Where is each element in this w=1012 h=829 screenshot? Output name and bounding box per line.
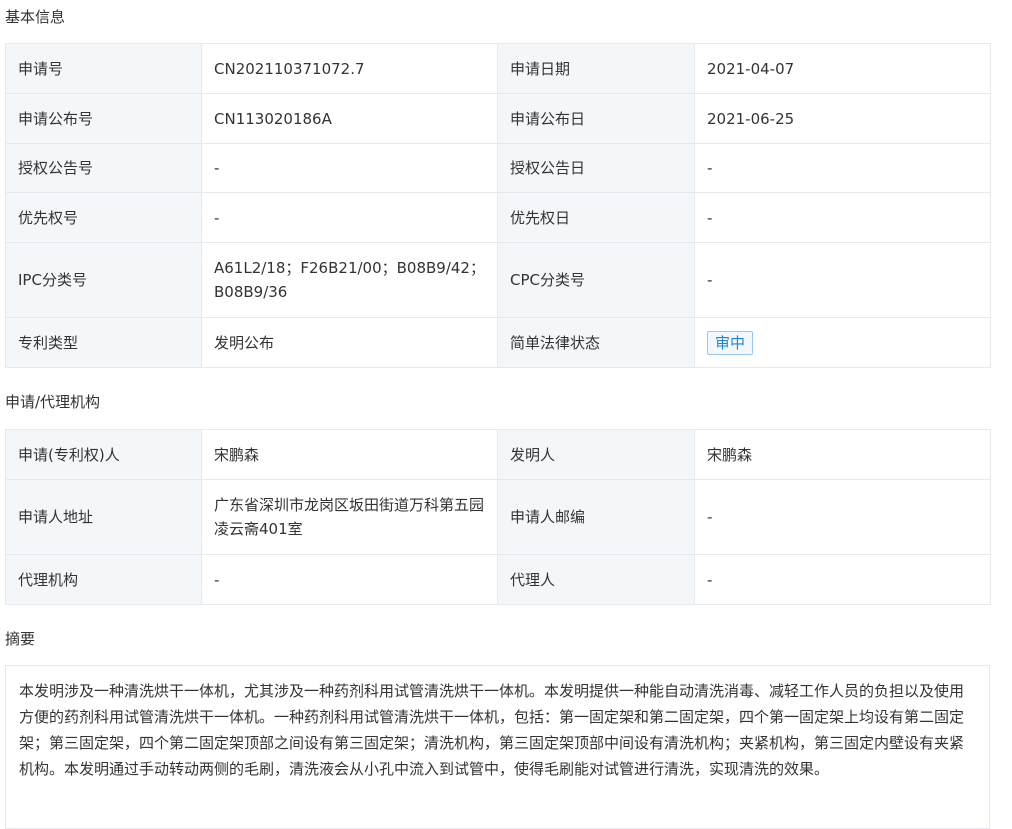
grant-number-value: - — [201, 143, 498, 193]
table-row: 优先权号 - 优先权日 - — [5, 192, 991, 243]
publication-number-label: 申请公布号 — [5, 93, 202, 144]
priority-date-label: 优先权日 — [497, 192, 695, 243]
applicant-label: 申请(专利权)人 — [5, 429, 202, 480]
inventor-label: 发明人 — [497, 429, 695, 480]
ipc-value: A61L2/18；F26B21/00；B08B9/42；B08B9/36 — [201, 242, 498, 318]
priority-number-label: 优先权号 — [5, 192, 202, 243]
grant-date-label: 授权公告日 — [497, 143, 695, 193]
agency-info-title: 申请/代理机构 — [5, 393, 101, 411]
table-row: 申请号 CN202110371072.7 申请日期 2021-04-07 — [5, 43, 991, 94]
applicant-postcode-value: - — [694, 479, 991, 555]
cpc-label: CPC分类号 — [497, 242, 695, 318]
applicant-address-value: 广东省深圳市龙岗区坂田街道万科第五园凌云斋401室 — [201, 479, 498, 555]
agency-value: - — [201, 554, 498, 605]
application-number-label: 申请号 — [5, 43, 202, 94]
application-date-value: 2021-04-07 — [694, 43, 991, 94]
legal-status-badge: 审中 — [707, 330, 754, 355]
basic-info-table: 申请号 CN202110371072.7 申请日期 2021-04-07 申请公… — [5, 43, 991, 368]
applicant-address-label: 申请人地址 — [5, 479, 202, 555]
inventor-value: 宋鹏森 — [694, 429, 991, 480]
ipc-label: IPC分类号 — [5, 242, 202, 318]
table-row: 授权公告号 - 授权公告日 - — [5, 143, 991, 193]
cpc-value: - — [694, 242, 991, 318]
abstract-text: 本发明涉及一种清洗烘干一体机，尤其涉及一种药剂科用试管清洗烘干一体机。本发明提供… — [5, 665, 990, 829]
table-row: 专利类型 发明公布 简单法律状态 审中 — [5, 317, 991, 368]
table-row: 申请人地址 广东省深圳市龙岗区坂田街道万科第五园凌云斋401室 申请人邮编 - — [5, 479, 991, 555]
legal-status-label: 简单法律状态 — [497, 317, 695, 368]
applicant-value: 宋鹏森 — [201, 429, 498, 480]
agency-label: 代理机构 — [5, 554, 202, 605]
priority-date-value: - — [694, 192, 991, 243]
table-row: IPC分类号 A61L2/18；F26B21/00；B08B9/42；B08B9… — [5, 242, 991, 318]
applicant-postcode-label: 申请人邮编 — [497, 479, 695, 555]
grant-date-value: - — [694, 143, 991, 193]
table-row: 代理机构 - 代理人 - — [5, 554, 991, 605]
grant-number-label: 授权公告号 — [5, 143, 202, 193]
application-number-value: CN202110371072.7 — [201, 43, 498, 94]
patent-type-label: 专利类型 — [5, 317, 202, 368]
abstract-title: 摘要 — [5, 630, 36, 648]
publication-number-value: CN113020186A — [201, 93, 498, 144]
agent-label: 代理人 — [497, 554, 695, 605]
priority-number-value: - — [201, 192, 498, 243]
legal-status-cell: 审中 — [694, 317, 991, 368]
table-row: 申请(专利权)人 宋鹏森 发明人 宋鹏森 — [5, 429, 991, 480]
agency-info-table: 申请(专利权)人 宋鹏森 发明人 宋鹏森 申请人地址 广东省深圳市龙岗区坂田街道… — [5, 429, 991, 605]
publication-date-value: 2021-06-25 — [694, 93, 991, 144]
basic-info-title: 基本信息 — [5, 8, 66, 26]
table-row: 申请公布号 CN113020186A 申请公布日 2021-06-25 — [5, 93, 991, 144]
patent-type-value: 发明公布 — [201, 317, 498, 368]
application-date-label: 申请日期 — [497, 43, 695, 94]
agent-value: - — [694, 554, 991, 605]
publication-date-label: 申请公布日 — [497, 93, 695, 144]
